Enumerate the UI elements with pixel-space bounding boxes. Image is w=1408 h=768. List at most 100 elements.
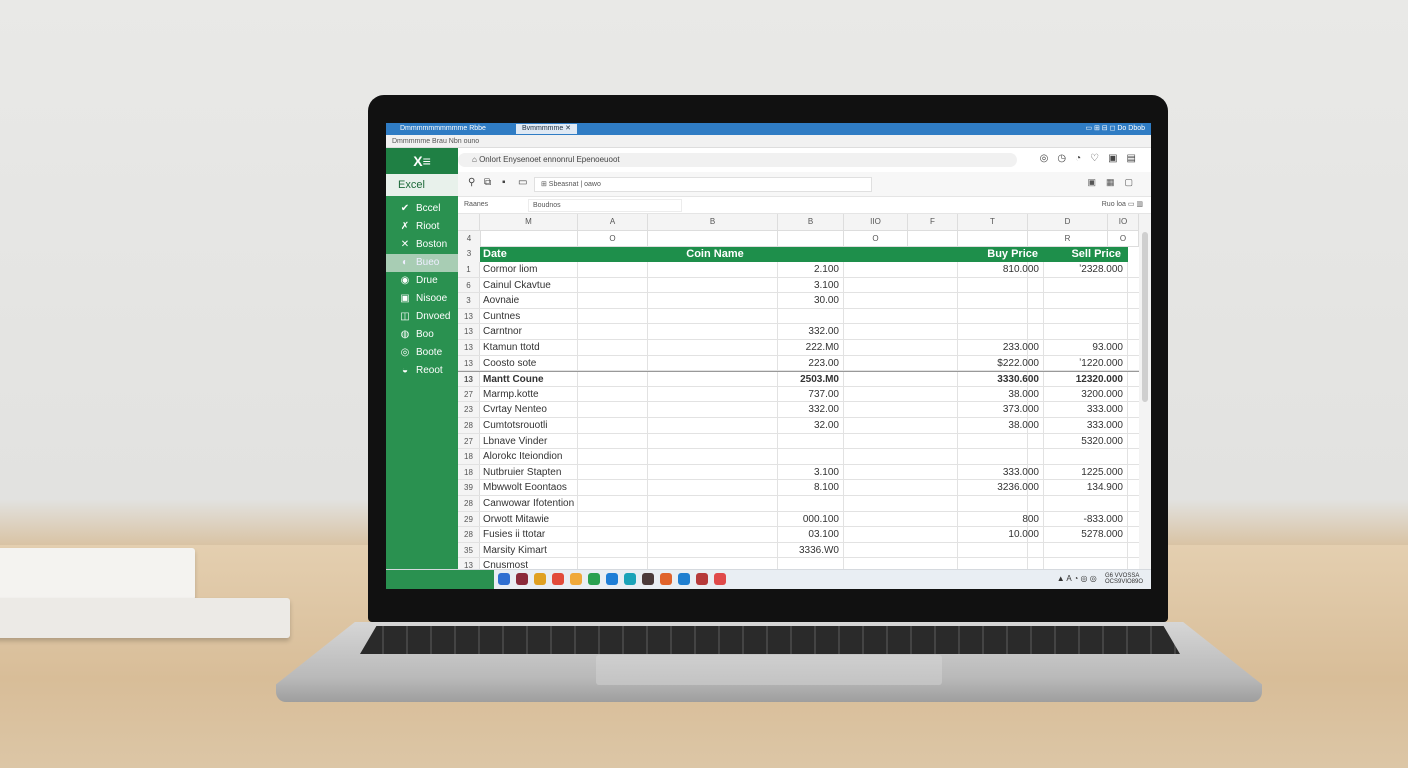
cell-empty[interactable] — [648, 340, 778, 355]
cell-empty[interactable] — [648, 464, 778, 480]
cell-buy-price[interactable] — [958, 496, 1044, 511]
cell-empty[interactable] — [578, 480, 648, 495]
window-controls[interactable]: ▭ ⊞ ⊟ ◻ Do Dbob — [1085, 124, 1145, 134]
cell-sell-price[interactable] — [1044, 308, 1128, 324]
cell-name[interactable]: Aovnaie — [480, 293, 578, 308]
cell-empty[interactable] — [578, 355, 648, 371]
vertical-scrollbar[interactable] — [1139, 214, 1151, 569]
cell-sell-price[interactable]: 93.000 — [1044, 340, 1128, 355]
cell-amount[interactable]: 332.00 — [778, 324, 844, 339]
column-header-7[interactable] — [958, 231, 1028, 246]
sidebar-item-1[interactable]: ✔ Bccel — [386, 200, 458, 218]
cell-empty[interactable] — [578, 449, 648, 464]
cell-empty[interactable] — [578, 496, 648, 511]
cell-sell-price[interactable]: 3200.000 — [1044, 386, 1128, 402]
cell-buy-price[interactable]: 38.000 — [958, 418, 1044, 433]
cell-amount[interactable]: 03.100 — [778, 527, 844, 542]
column-header-0[interactable] — [458, 214, 480, 230]
column-header-7[interactable]: T — [958, 214, 1028, 230]
cell-empty[interactable] — [844, 386, 958, 402]
copy-icon[interactable]: ⧉ — [484, 177, 491, 188]
cell-buy-price[interactable]: 800 — [958, 511, 1044, 527]
cell-amount[interactable]: 223.00 — [778, 355, 844, 371]
cell-empty[interactable] — [844, 511, 958, 527]
cell-sell-price[interactable]: 12320.000 — [1044, 372, 1128, 386]
cell-empty[interactable] — [648, 433, 778, 449]
cell-sell-price[interactable]: 333.000 — [1044, 418, 1128, 433]
cell-name[interactable]: Mantt Coune — [480, 372, 578, 386]
column-header-4[interactable]: B — [778, 214, 844, 230]
cell-empty[interactable] — [578, 386, 648, 402]
cell-amount[interactable] — [778, 449, 844, 464]
cell-name[interactable]: Carntnor — [480, 324, 578, 339]
cell-buy-price[interactable]: 233.000 — [958, 340, 1044, 355]
cell-name[interactable]: Cormor liom — [480, 262, 578, 277]
table-row[interactable]: 3 Aovnaie 30.00 — [458, 293, 1139, 309]
cell-empty[interactable] — [844, 542, 958, 558]
cell-empty[interactable] — [648, 277, 778, 293]
header-sell-price[interactable]: Sell Price — [1045, 247, 1125, 262]
cell-empty[interactable] — [844, 402, 958, 417]
cell-empty[interactable] — [578, 511, 648, 527]
cell-empty[interactable] — [844, 449, 958, 464]
cell-name[interactable]: Marsity Kimart — [480, 542, 578, 558]
cell-sell-price[interactable] — [1044, 542, 1128, 558]
cell-sell-price[interactable]: 333.000 — [1044, 402, 1128, 417]
toolbar-search-field[interactable]: ⊞ Sbeasnat | oawo — [534, 177, 872, 192]
cell-buy-price[interactable]: 333.000 — [958, 464, 1044, 480]
cell-empty[interactable] — [844, 480, 958, 495]
cell-buy-price[interactable]: $222.000 — [958, 355, 1044, 371]
cell-buy-price[interactable] — [958, 449, 1044, 464]
cell-empty[interactable] — [648, 386, 778, 402]
cell-buy-price[interactable] — [958, 308, 1044, 324]
cell-sell-price[interactable] — [1044, 496, 1128, 511]
cell-empty[interactable] — [844, 418, 958, 433]
taskbar-app-icon[interactable] — [606, 573, 618, 585]
cell-empty[interactable] — [578, 293, 648, 308]
cell-sell-price[interactable]: ʼ2328.000 — [1044, 262, 1128, 277]
cell-sell-price[interactable] — [1044, 277, 1128, 293]
cell-empty[interactable] — [578, 402, 648, 417]
column-header-2[interactable]: A — [578, 214, 648, 230]
cell-amount[interactable] — [778, 308, 844, 324]
cell-amount[interactable]: 30.00 — [778, 293, 844, 308]
cell-empty[interactable] — [648, 496, 778, 511]
sidebar-item-9[interactable]: ◎ Boote — [386, 344, 458, 362]
taskbar-app-icon[interactable] — [516, 573, 528, 585]
cell-sell-price[interactable]: 1225.000 — [1044, 464, 1128, 480]
clock[interactable]: G6 VVOSSA OCS9VIO89O — [1105, 573, 1143, 585]
cell-empty[interactable] — [578, 527, 648, 542]
cell-empty[interactable] — [578, 418, 648, 433]
table-row[interactable]: 1 Cormor liom 2.100 810.000 ʼ2328.000 — [458, 262, 1139, 278]
table-row[interactable]: 13 Ktamun ttotd 222.M0 233.000 93.000 — [458, 340, 1139, 356]
taskbar-app-icon[interactable] — [642, 573, 654, 585]
column-header-3[interactable] — [648, 231, 778, 246]
taskbar-app-icon[interactable] — [552, 573, 564, 585]
cell-amount[interactable]: 8.100 — [778, 480, 844, 495]
cell-empty[interactable] — [578, 324, 648, 339]
cell-amount[interactable] — [778, 433, 844, 449]
sidebar-item-7[interactable]: ◫ Dnvoed — [386, 308, 458, 326]
search-icon[interactable]: ⚲ — [468, 177, 475, 188]
column-header-5[interactable]: O — [844, 231, 908, 246]
sidebar-item-8[interactable]: ◍ Boo — [386, 326, 458, 344]
table-row[interactable]: 18 Nutbruier Stapten 3.100 333.000 1225.000 — [458, 464, 1139, 481]
cell-empty[interactable] — [578, 308, 648, 324]
taskbar-app-icon[interactable] — [678, 573, 690, 585]
column-header-2[interactable]: O — [578, 231, 648, 246]
cell-sell-price[interactable]: 5320.000 — [1044, 433, 1128, 449]
cell-buy-price[interactable] — [958, 277, 1044, 293]
cell-name[interactable]: Coosto sote — [480, 355, 578, 371]
cell-sell-price[interactable]: ʼ1220.000 — [1044, 355, 1128, 371]
cell-buy-price[interactable]: 810.000 — [958, 262, 1044, 277]
table-row[interactable]: 13 Coosto sote 223.00 $222.000 ʼ1220.000 — [458, 355, 1139, 372]
cell-name[interactable]: Orwott Mitawie — [480, 511, 578, 527]
cell-amount[interactable]: 32.00 — [778, 418, 844, 433]
column-header-8[interactable]: R — [1028, 231, 1108, 246]
cell-buy-price[interactable]: 38.000 — [958, 386, 1044, 402]
cell-amount[interactable]: 332.00 — [778, 402, 844, 417]
cell-name[interactable]: Lbnave Vinder — [480, 433, 578, 449]
cell-amount[interactable]: 3.100 — [778, 277, 844, 293]
cell-sell-price[interactable]: 134.900 — [1044, 480, 1128, 495]
cell-buy-price[interactable]: 3330.600 — [958, 372, 1044, 386]
